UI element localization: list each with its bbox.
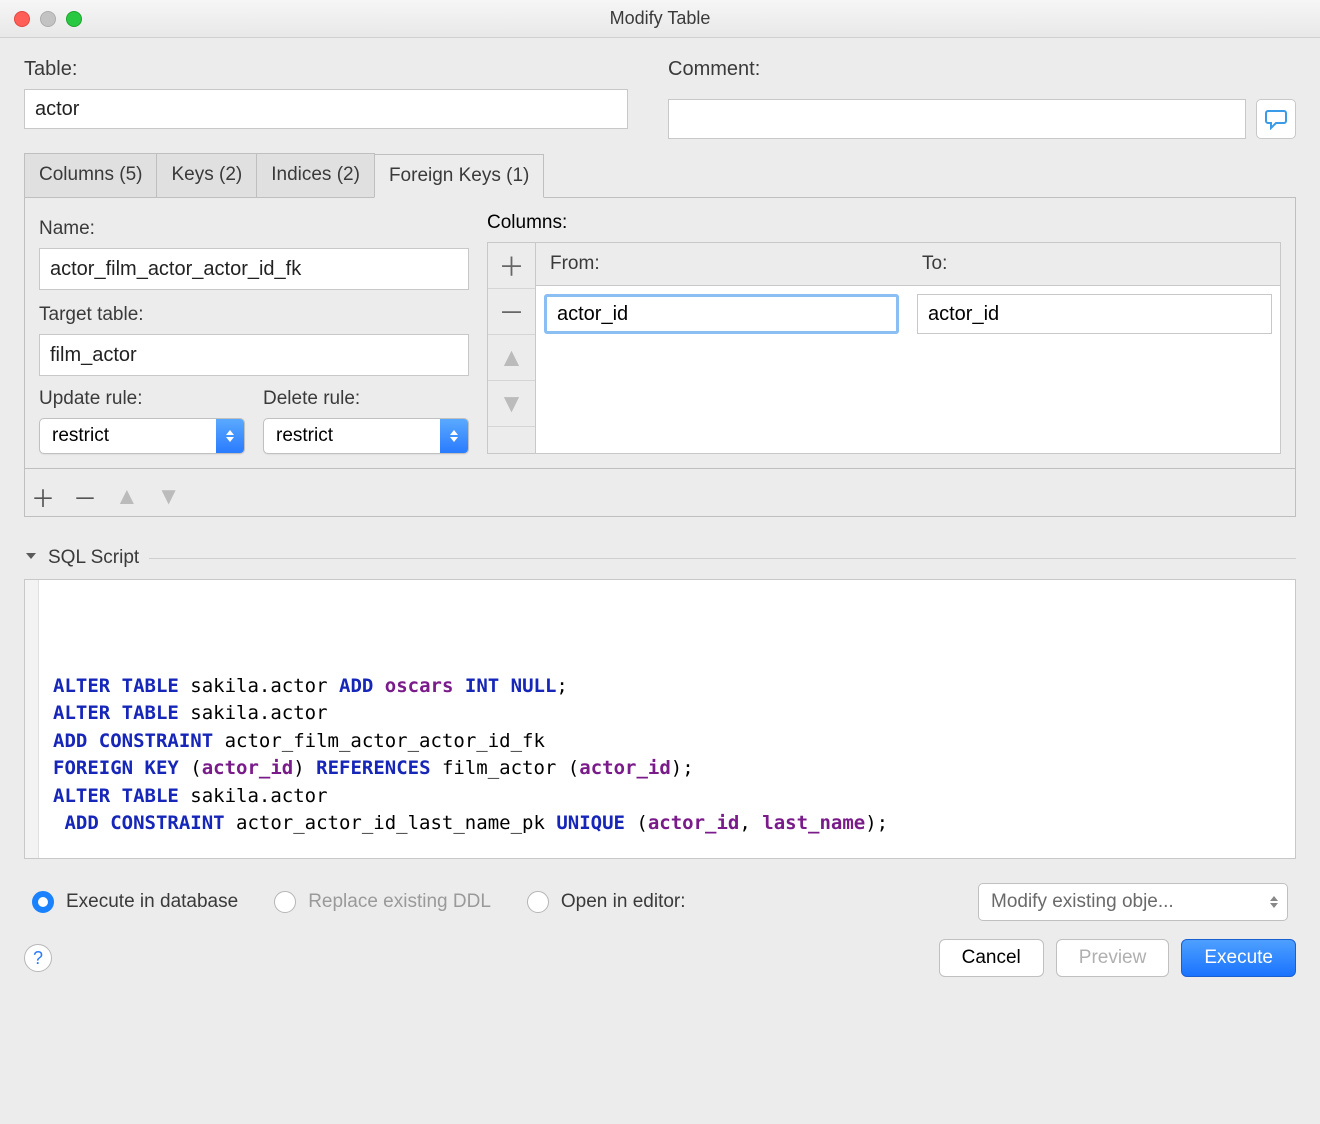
tab-columns[interactable]: Columns (5) [24, 153, 157, 197]
tabs: Columns (5) Keys (2) Indices (2) Foreign… [24, 153, 1296, 198]
radio-unchecked-icon [527, 891, 549, 913]
help-button[interactable]: ? [24, 944, 52, 972]
update-rule-label: Update rule: [39, 388, 245, 410]
tab-foreign-keys[interactable]: Foreign Keys (1) [374, 154, 544, 198]
replace-existing-ddl-option: Replace existing DDL [274, 891, 491, 913]
window-title: Modify Table [0, 8, 1320, 29]
fk-name-input[interactable] [39, 248, 469, 290]
fk-name-label: Name: [39, 218, 469, 240]
table-label: Table: [24, 58, 628, 81]
move-up-button: ▲ [488, 335, 535, 381]
column-mapping-row [536, 286, 1280, 342]
remove-column-mapping-button[interactable]: － [488, 289, 535, 335]
table-name-input[interactable] [24, 89, 628, 129]
columns-mapping-box: ＋ － ▲ ▼ From: To: [487, 242, 1281, 454]
open-in-editor-label: Open in editor: [561, 891, 686, 913]
radio-unchecked-icon [274, 891, 296, 913]
footer: ? Cancel Preview Execute [0, 921, 1320, 995]
execute-in-database-option[interactable]: Execute in database [32, 891, 238, 913]
delete-rule-label: Delete rule: [263, 388, 469, 410]
delete-rule-select[interactable]: restrict [263, 418, 469, 454]
tab-keys[interactable]: Keys (2) [156, 153, 257, 197]
preview-button: Preview [1056, 939, 1170, 977]
options-row: Execute in database Replace existing DDL… [24, 883, 1296, 921]
editor-target-value: Modify existing obje... [991, 891, 1269, 913]
foreign-keys-panel: Name: Target table: Update rule: restric… [24, 198, 1296, 469]
divider [149, 558, 1296, 559]
update-rule-value: restrict [40, 425, 216, 447]
fk-list-toolbar: ＋ － ▲ ▼ [24, 469, 1296, 517]
target-table-input[interactable] [39, 334, 469, 376]
to-column-header: To: [908, 243, 1280, 285]
from-column-input[interactable] [544, 294, 899, 334]
remove-fk-button[interactable]: － [73, 479, 97, 514]
chevron-updown-icon [1269, 896, 1279, 908]
update-rule-select[interactable]: restrict [39, 418, 245, 454]
move-fk-down-button: ▼ [157, 483, 181, 511]
comment-label: Comment: [668, 58, 1296, 81]
editor-target-combo[interactable]: Modify existing obje... [978, 883, 1288, 921]
execute-button[interactable]: Execute [1181, 939, 1296, 977]
target-table-label: Target table: [39, 304, 469, 326]
chevron-updown-icon [440, 419, 468, 453]
sql-script-title: SQL Script [48, 547, 139, 569]
execute-in-database-label: Execute in database [66, 891, 238, 913]
disclosure-triangle-icon[interactable] [24, 548, 38, 568]
columns-label: Columns: [487, 212, 1281, 234]
add-fk-button[interactable]: ＋ [31, 479, 55, 514]
comment-icon-button[interactable] [1256, 99, 1296, 139]
move-down-button: ▼ [488, 381, 535, 427]
sql-script-editor[interactable]: ALTER TABLE sakila.actor ADD oscars INT … [24, 579, 1296, 859]
delete-rule-value: restrict [264, 425, 440, 447]
titlebar: Modify Table [0, 0, 1320, 38]
sql-content: ALTER TABLE sakila.actor ADD oscars INT … [53, 673, 1283, 838]
speech-bubble-icon [1264, 108, 1288, 130]
add-column-mapping-button[interactable]: ＋ [488, 243, 535, 289]
gutter [25, 580, 39, 858]
tab-indices[interactable]: Indices (2) [256, 153, 375, 197]
to-column-input[interactable] [917, 294, 1272, 334]
from-column-header: From: [536, 243, 908, 285]
move-fk-up-button: ▲ [115, 483, 139, 511]
replace-existing-ddl-label: Replace existing DDL [308, 891, 491, 913]
chevron-updown-icon [216, 419, 244, 453]
radio-checked-icon [32, 891, 54, 913]
open-in-editor-option[interactable]: Open in editor: [527, 891, 686, 913]
comment-input[interactable] [668, 99, 1246, 139]
cancel-button[interactable]: Cancel [939, 939, 1044, 977]
columns-toolbar: ＋ － ▲ ▼ [488, 243, 536, 453]
